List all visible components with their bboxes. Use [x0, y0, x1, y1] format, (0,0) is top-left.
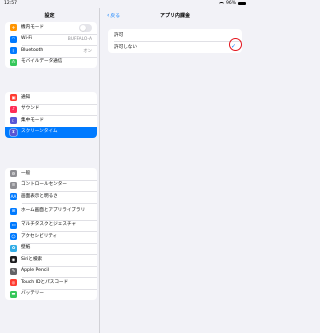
sidebar-item-value: BUFFALO-A [67, 36, 92, 42]
option-label: 許可 [114, 33, 124, 38]
sidebar-item-sound[interactable]: ♪ サウンド [5, 103, 97, 116]
sidebar-title: 設定 [44, 13, 55, 19]
hourglass-icon: ⧗ [10, 128, 17, 136]
sidebar-item-label: Wi-Fi [21, 36, 32, 42]
sidebar-item-hourglass[interactable]: ⧗ スクリーンタイム [5, 126, 97, 138]
detail-pane: ‹ 戻る アプリ内課金 許可 許可しない ✓ [100, 8, 250, 333]
sidebar-item-label: Siriと検索 [21, 256, 43, 262]
sidebar-item-bluetooth[interactable]: ᛒ Bluetooth オン [5, 45, 97, 57]
sidebar-item-focus-moon[interactable]: ☾ 集中モード [5, 115, 97, 127]
fingerprint-icon: ◎ [10, 279, 17, 287]
gear-icon: ⚙ [10, 170, 17, 178]
highlight-circle [229, 37, 242, 51]
sidebar-item-label: 画面表示と明るさ [21, 193, 58, 199]
sidebar-item-label: アクセシビリティ [21, 233, 58, 239]
sidebar-item-pencil[interactable]: ✎ Apple Pencil [5, 265, 97, 278]
bluetooth-icon: ᛒ [10, 47, 17, 55]
option-deny[interactable]: 許可しない ✓ [108, 37, 242, 53]
sidebar-item-cellular[interactable]: ⁂ モバイルデータ通信 [5, 56, 97, 69]
purchase-options-list: 許可 許可しない ✓ [108, 29, 242, 53]
sidebar-item-label: モバイルデータ通信 [21, 59, 63, 65]
sidebar-item-siri[interactable]: ◉ Siriと検索 [5, 254, 97, 266]
sidebar-item-wallpaper[interactable]: ✿ 壁紙 [5, 242, 97, 255]
focus-moon-icon: ☾ [10, 117, 17, 125]
wifi-status-icon [218, 1, 224, 6]
sidebar-item-label: サウンド [21, 106, 40, 112]
sidebar-group-general: ⚙ 一般 ≡ コントロールセンター AA 画面表示と明るさ ⊞ ホーム画面とアプリライブラリ ▭… [5, 168, 97, 300]
sidebar-item-label: スクリーンタイム [21, 129, 58, 135]
wifi-icon: ◠ [10, 35, 17, 43]
sidebar-item-notifications[interactable]: ▣ 通知 [5, 92, 97, 104]
sidebar-item-label: 通知 [21, 94, 31, 100]
sidebar-item-label: コントロールセンター [21, 182, 67, 188]
sidebar-group-notifications: ▣ 通知 ♪ サウンド ☾ 集中モード ⧗ スクリーンタイム [5, 92, 97, 138]
wallpaper-icon: ✿ [10, 244, 17, 252]
multitasking-icon: ▭ [10, 221, 17, 229]
status-time: 12:57 [4, 1, 17, 6]
sound-icon: ♪ [10, 105, 17, 113]
page-title: アプリ内課金 [159, 13, 190, 19]
sidebar-item-label: Apple Pencil [21, 268, 49, 274]
sidebar-item-wifi[interactable]: ◠ Wi-Fi BUFFALO-A [5, 33, 97, 46]
notifications-icon: ▣ [10, 94, 17, 102]
sidebar-item-home-screen[interactable]: ⊞ ホーム画面とアプリライブラリ [5, 202, 97, 220]
sidebar-item-label: Touch IDとパスコード [21, 279, 69, 285]
sidebar-item-label: 集中モード [21, 117, 44, 123]
battery-icon: ▬ [10, 290, 17, 298]
pencil-icon: ✎ [10, 267, 17, 275]
sidebar-item-fingerprint[interactable]: ◎ Touch IDとパスコード [5, 277, 97, 289]
sidebar-item-brightness[interactable]: AA 画面表示と明るさ [5, 191, 97, 203]
cellular-icon: ⁂ [10, 58, 17, 66]
sidebar-item-gear[interactable]: ⚙ 一般 [5, 168, 97, 180]
airplane-mode-toggle[interactable] [79, 24, 92, 32]
option-label: 許可しない [114, 45, 137, 50]
sidebar-item-label: ホーム画面とアプリライブラリ [21, 208, 86, 214]
battery-percent: 96% [225, 1, 236, 6]
sidebar-item-value: オン [83, 48, 92, 54]
sidebar-item-multitasking[interactable]: ▭ マルチタスクとジェスチャ [5, 219, 97, 232]
brightness-icon: AA [10, 193, 17, 201]
siri-icon: ◉ [10, 256, 17, 264]
sidebar-item-label: 一般 [21, 170, 31, 176]
battery-icon [238, 1, 246, 6]
sidebar-item-control-center[interactable]: ≡ コントロールセンター [5, 179, 97, 192]
settings-sidebar: 設定 ✈ 機内モード ◠ Wi-Fi BUFFALO-A ᛒ Bluetooth オン ⁂ モバイ… [0, 8, 100, 333]
sidebar-item-label: マルチタスクとジェスチャ [21, 222, 77, 228]
airplane-icon: ✈ [10, 24, 17, 32]
sidebar-item-label: 壁紙 [21, 245, 31, 251]
sidebar-group-connectivity: ✈ 機内モード ◠ Wi-Fi BUFFALO-A ᛒ Bluetooth オン ⁂ モバイルデー… [5, 22, 97, 68]
accessibility-icon: ☺ [10, 233, 17, 241]
sidebar-item-label: Bluetooth [21, 47, 44, 53]
sidebar-item-accessibility[interactable]: ☺ アクセシビリティ [5, 231, 97, 243]
option-allow[interactable]: 許可 [108, 29, 242, 41]
sidebar-item-battery[interactable]: ▬ バッテリー [5, 288, 97, 301]
status-bar: 12:57 96% [0, 0, 250, 8]
control-center-icon: ≡ [10, 181, 17, 189]
home-screen-icon: ⊞ [10, 207, 17, 215]
sidebar-item-airplane[interactable]: ✈ 機内モード [5, 22, 97, 34]
sidebar-item-label: バッテリー [21, 291, 44, 297]
sidebar-item-label: 機内モード [21, 24, 44, 30]
